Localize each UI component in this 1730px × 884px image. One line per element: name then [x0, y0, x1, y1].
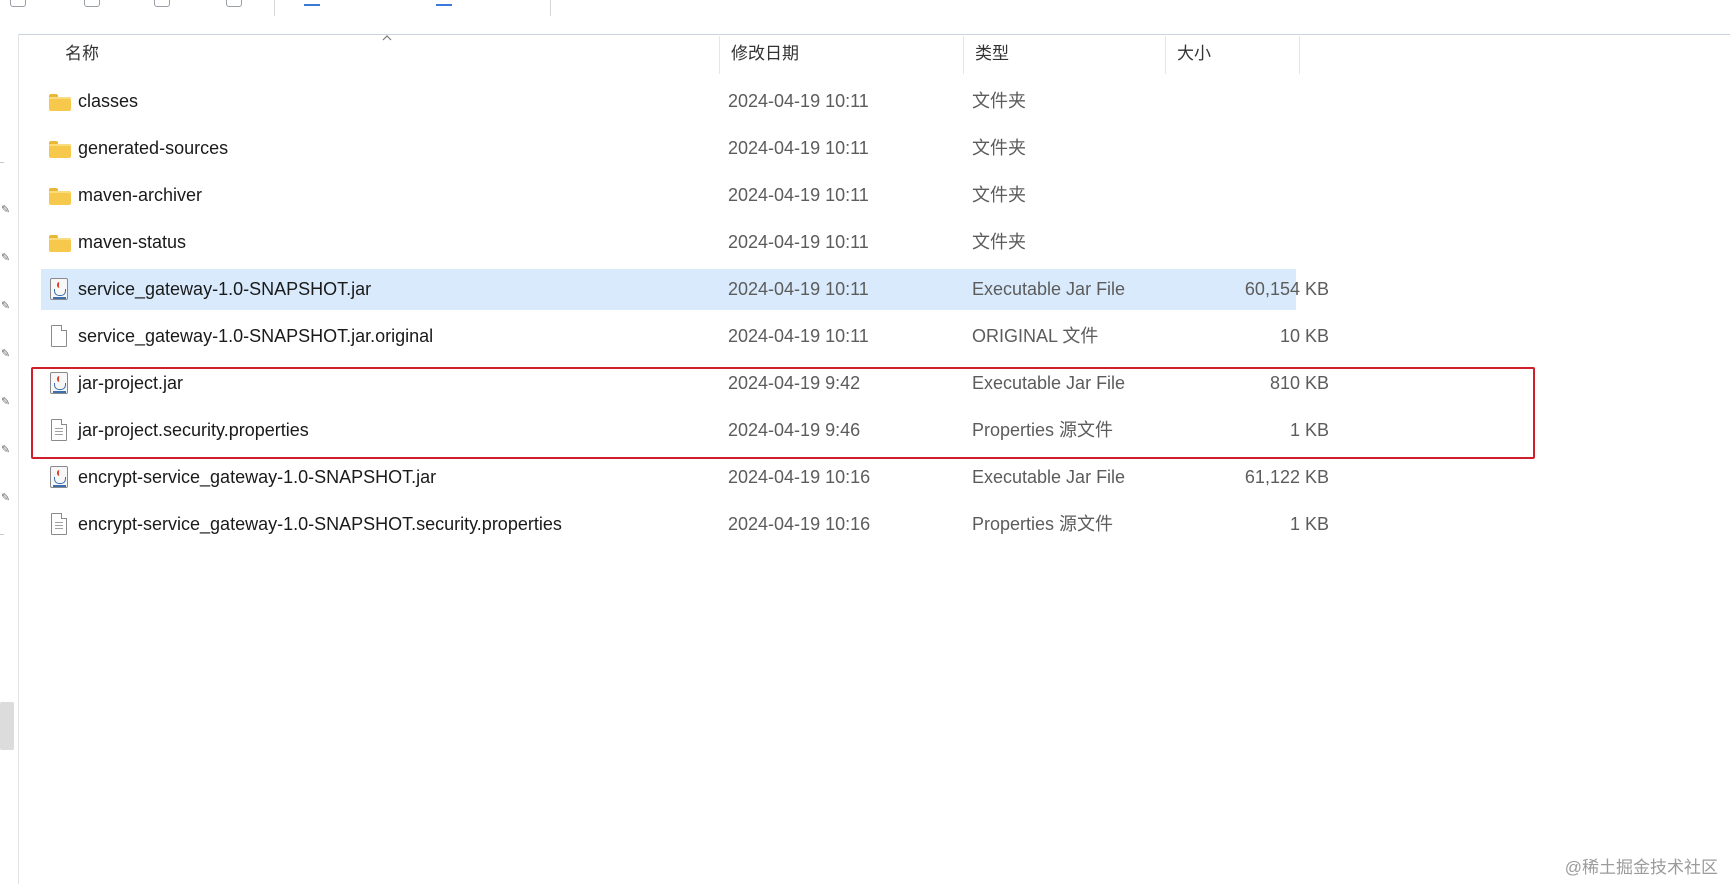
- file-size: 1 KB: [1289, 514, 1329, 534]
- file-name: maven-status: [78, 232, 187, 252]
- column-divider[interactable]: [963, 36, 964, 74]
- pin-icon[interactable]: ✎: [1, 396, 11, 408]
- file-date: 2024-04-19 10:16: [728, 467, 871, 487]
- file-size: [1137, 222, 1329, 263]
- file-name: maven-archiver: [78, 185, 203, 205]
- file-type: Executable Jar File: [972, 467, 1126, 487]
- toolbar-paste-icon[interactable]: [84, 0, 100, 7]
- toolbar-copy-icon[interactable]: [10, 0, 26, 7]
- toolbar-view-icon[interactable]: [436, 0, 452, 6]
- toolbar-sort-icon[interactable]: [304, 0, 320, 6]
- file-size: 10 KB: [1279, 326, 1329, 346]
- file-type: Properties 源文件: [972, 514, 1114, 534]
- file-size: [1137, 175, 1329, 216]
- column-divider[interactable]: [1299, 36, 1300, 74]
- file-type: 文件夹: [972, 91, 1026, 111]
- nav-divider: [0, 534, 4, 535]
- column-header-name[interactable]: 名称: [55, 34, 735, 74]
- pin-icon[interactable]: ✎: [1, 492, 11, 504]
- folder-icon: [48, 90, 72, 114]
- navigation-pane: ✎ ✎ ✎ ✎ ✎ ✎ ✎: [0, 34, 19, 884]
- column-header-type[interactable]: 类型: [965, 34, 1165, 74]
- list-item-selected[interactable]: service_gateway-1.0-SNAPSHOT.jar 2024-04…: [41, 269, 1329, 310]
- properties-file-icon: [48, 513, 72, 537]
- file-date: 2024-04-19 10:11: [728, 138, 869, 158]
- column-header-size[interactable]: 大小: [1167, 34, 1297, 74]
- toolbar-separator: [274, 0, 275, 16]
- pin-icon[interactable]: ✎: [1, 252, 11, 264]
- file-date: 2024-04-19 10:11: [728, 279, 869, 299]
- file-size: [1137, 81, 1329, 122]
- list-item[interactable]: encrypt-service_gateway-1.0-SNAPSHOT.jar…: [41, 457, 1329, 498]
- column-divider[interactable]: [719, 36, 720, 74]
- jar-file-icon: [48, 466, 72, 490]
- toolbar: [0, 0, 1730, 35]
- folder-icon: [48, 137, 72, 161]
- file-type: 文件夹: [972, 185, 1026, 205]
- column-divider[interactable]: [1165, 36, 1166, 74]
- column-header-date[interactable]: 修改日期: [721, 34, 961, 74]
- file-date: 2024-04-19 10:16: [728, 514, 871, 534]
- toolbar-separator: [550, 0, 551, 16]
- file-size: [1137, 128, 1329, 169]
- watermark: @稀土掘金技术社区: [1564, 858, 1718, 877]
- nav-divider: [0, 162, 4, 163]
- pin-icon[interactable]: ✎: [1, 300, 11, 312]
- file-type: Executable Jar File: [972, 279, 1126, 299]
- toolbar-delete-icon[interactable]: [226, 0, 242, 7]
- column-header-row: 名称 修改日期 类型 大小: [20, 34, 1300, 74]
- file-date: 2024-04-19 10:11: [728, 232, 869, 252]
- list-item[interactable]: classes 2024-04-19 10:11 文件夹: [41, 81, 1296, 122]
- jar-file-icon: [48, 278, 72, 302]
- pin-icon[interactable]: ✎: [1, 348, 11, 360]
- file-type: ORIGINAL 文件: [972, 326, 1099, 346]
- file-name: encrypt-service_gateway-1.0-SNAPSHOT.sec…: [78, 514, 562, 534]
- pin-icon[interactable]: ✎: [1, 204, 11, 216]
- file-type: 文件夹: [972, 138, 1026, 158]
- file-size: 61,122 KB: [1244, 467, 1329, 487]
- file-size: 60,154 KB: [1244, 279, 1329, 299]
- file-date: 2024-04-19 10:11: [728, 326, 869, 346]
- list-item[interactable]: maven-status 2024-04-19 10:11 文件夹: [41, 222, 1296, 263]
- file-date: 2024-04-19 10:11: [728, 185, 869, 205]
- highlight-annotation-box: [31, 367, 1535, 459]
- list-item[interactable]: encrypt-service_gateway-1.0-SNAPSHOT.sec…: [41, 504, 1329, 545]
- file-icon: [48, 325, 72, 349]
- list-item[interactable]: maven-archiver 2024-04-19 10:11 文件夹: [41, 175, 1296, 216]
- nav-scrollbar-thumb[interactable]: [0, 702, 14, 750]
- file-name: encrypt-service_gateway-1.0-SNAPSHOT.jar: [78, 467, 437, 487]
- folder-icon: [48, 231, 72, 255]
- file-name: service_gateway-1.0-SNAPSHOT.jar.origina…: [78, 326, 434, 346]
- pin-icon[interactable]: ✎: [1, 444, 11, 456]
- file-type: 文件夹: [972, 232, 1026, 252]
- file-date: 2024-04-19 10:11: [728, 91, 869, 111]
- file-name: classes: [78, 91, 139, 111]
- list-item[interactable]: generated-sources 2024-04-19 10:11 文件夹: [41, 128, 1296, 169]
- toolbar-rename-icon[interactable]: [154, 0, 170, 7]
- file-name: generated-sources: [78, 138, 229, 158]
- list-item[interactable]: service_gateway-1.0-SNAPSHOT.jar.origina…: [41, 316, 1329, 357]
- file-name: service_gateway-1.0-SNAPSHOT.jar: [78, 279, 372, 299]
- folder-icon: [48, 184, 72, 208]
